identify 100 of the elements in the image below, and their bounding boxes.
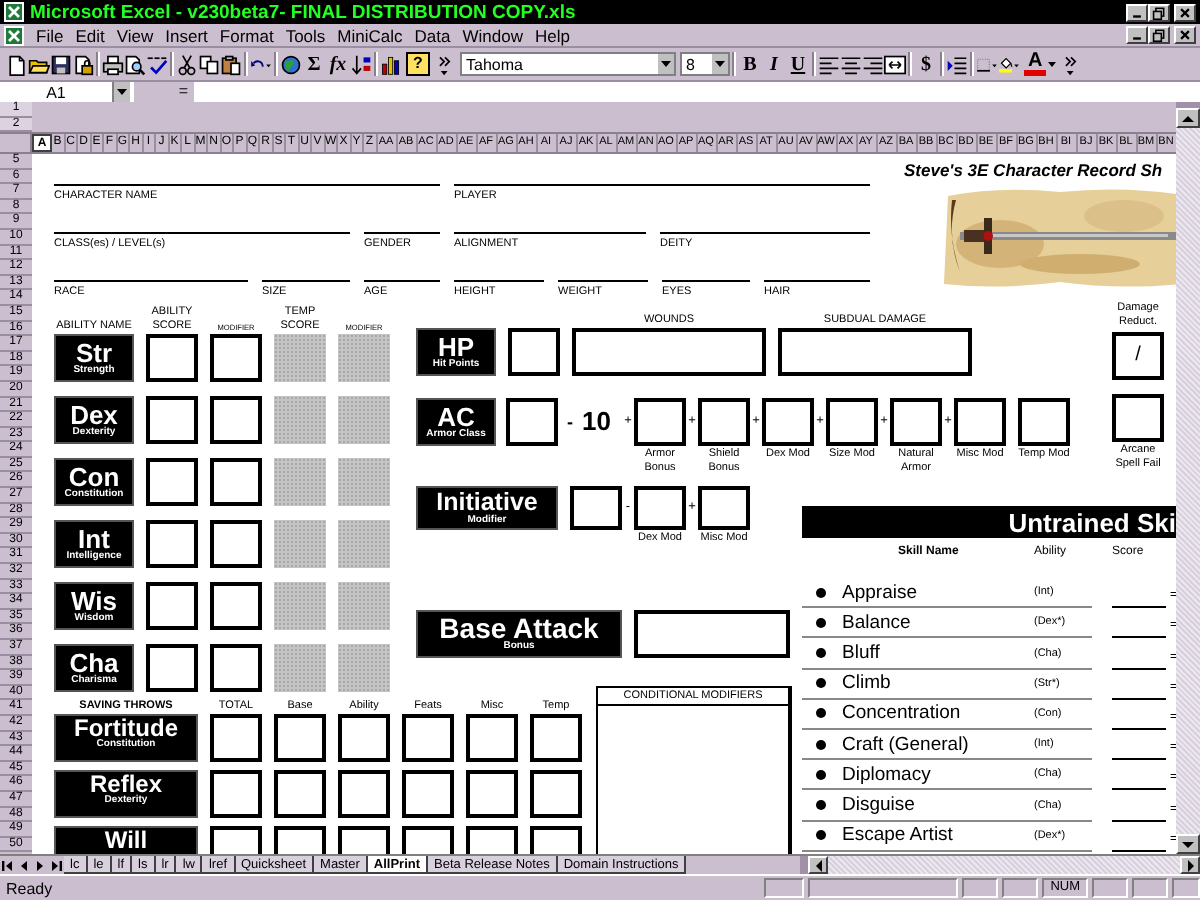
window-title: Microsoft Excel - v230beta7- FINAL DISTRIBUTION COPY.xls	[30, 1, 578, 23]
entry-box	[466, 770, 518, 818]
maximize-button[interactable]	[1148, 26, 1170, 44]
entry-box	[570, 486, 622, 530]
maximize-button[interactable]	[1148, 3, 1170, 21]
clipboard-icon[interactable]	[220, 53, 242, 75]
split-handle[interactable]	[800, 856, 808, 874]
caret-icon	[1046, 60, 1059, 68]
status-panel	[764, 878, 805, 898]
entry-box	[210, 644, 262, 692]
base-value: 10	[582, 404, 613, 440]
menu-item[interactable]: Help	[534, 25, 570, 45]
section-title: Untrained Ski	[1008, 507, 1176, 537]
last-sheet-icon[interactable]	[48, 857, 64, 873]
entry-box	[466, 714, 518, 762]
operator-sign: -	[565, 410, 575, 436]
shaded-box	[274, 334, 326, 382]
page-padlock-icon[interactable]	[72, 53, 94, 75]
first-sheet-icon[interactable]	[0, 857, 16, 873]
checkmark-icon[interactable]	[146, 53, 168, 75]
scroll-left-button[interactable]	[808, 856, 828, 874]
align-right-icon[interactable]	[862, 53, 884, 75]
globe-icon[interactable]	[280, 53, 302, 75]
align-left-icon[interactable]	[818, 53, 840, 75]
block-title: Reflex	[89, 772, 163, 796]
block-title: Dex	[70, 401, 118, 428]
scroll-up-button[interactable]	[1176, 108, 1200, 128]
bullet-icon	[816, 617, 826, 628]
workbook-icon[interactable]	[4, 25, 24, 45]
printer-icon[interactable]	[102, 53, 124, 75]
entry-box	[508, 328, 560, 376]
minimize-button[interactable]	[1126, 3, 1148, 21]
toolbar-button[interactable]: $	[914, 53, 938, 75]
close-button[interactable]	[1174, 3, 1196, 21]
entry-box	[146, 520, 198, 568]
page-magnifier-icon[interactable]	[124, 53, 146, 75]
entry-box	[210, 458, 262, 506]
bullet-icon	[816, 708, 826, 719]
menu-item[interactable]: Format	[219, 25, 274, 45]
status-panel	[1002, 878, 1039, 898]
sort-arrow-icon[interactable]	[350, 53, 372, 75]
paint-bucket-icon[interactable]	[998, 53, 1020, 75]
shaded-box	[274, 582, 326, 630]
entry-box	[530, 770, 582, 818]
menu-item[interactable]: Tools	[285, 25, 326, 45]
entry-box	[954, 398, 1006, 446]
toolbar-button[interactable]: fx	[326, 53, 350, 75]
close-icon	[1178, 5, 1192, 19]
menu-item[interactable]: Data	[414, 25, 451, 45]
bullet-icon	[816, 800, 826, 810]
bullet-icon	[816, 587, 826, 598]
entry-box	[210, 770, 262, 818]
up-arrow-icon	[1180, 111, 1196, 125]
entry-box	[210, 520, 262, 568]
minimize-button[interactable]	[1126, 26, 1148, 44]
shaded-box	[338, 582, 390, 630]
close-button[interactable]	[1174, 26, 1196, 44]
menu-item[interactable]: Insert	[165, 25, 208, 45]
shaded-box	[338, 644, 390, 692]
toolbar-button[interactable]: I	[762, 53, 786, 75]
font-size-field[interactable]: 8	[680, 52, 730, 76]
toolbar-button[interactable]: B	[738, 53, 762, 75]
scroll-right-button[interactable]	[1180, 856, 1200, 874]
menu-item[interactable]: File	[36, 25, 64, 45]
shaded-box	[274, 520, 326, 568]
menu-item[interactable]: MiniCalc	[337, 25, 403, 45]
split-handle[interactable]	[1176, 102, 1200, 108]
previous-sheet-icon[interactable]	[16, 857, 32, 873]
page-icon[interactable]	[6, 53, 28, 75]
help-button[interactable]: ?	[406, 52, 430, 76]
block-title: Initiative	[436, 490, 538, 515]
font-color-button[interactable]: A	[1024, 52, 1047, 76]
equals-button[interactable]: =	[134, 82, 194, 102]
scroll-down-button[interactable]	[1176, 834, 1200, 854]
align-center-icon[interactable]	[840, 53, 862, 75]
status-panel	[1172, 878, 1200, 898]
indent-icon[interactable]	[946, 53, 968, 75]
menu-item[interactable]: Edit	[75, 25, 105, 45]
entry-box	[146, 458, 198, 506]
skill-name: Craft (General)	[842, 733, 971, 756]
block-title: AC	[437, 403, 475, 430]
toolbar-button[interactable]: Σ	[302, 53, 326, 75]
border-grid-icon[interactable]	[976, 53, 998, 75]
status-panel	[1132, 878, 1168, 898]
skill-name: Appraise	[842, 581, 919, 604]
skill-name: Concentration	[842, 702, 963, 725]
scissors-icon[interactable]	[176, 53, 198, 75]
font-field[interactable]: Tahoma	[460, 52, 676, 76]
merge-cells-icon[interactable]	[884, 53, 906, 75]
entry-box	[1018, 398, 1070, 446]
entry-box	[530, 714, 582, 762]
cell-reference: A1	[46, 83, 66, 101]
block-title: Wis	[71, 587, 117, 614]
toolbar-button[interactable]: U	[786, 53, 810, 75]
menu-item[interactable]: View	[116, 25, 154, 45]
block-title: Str	[75, 339, 113, 366]
menu-item[interactable]: Window	[462, 25, 523, 45]
two-pages-icon[interactable]	[198, 53, 220, 75]
bar-chart-icon[interactable]	[380, 53, 402, 75]
chevron-icon[interactable]	[434, 53, 456, 75]
